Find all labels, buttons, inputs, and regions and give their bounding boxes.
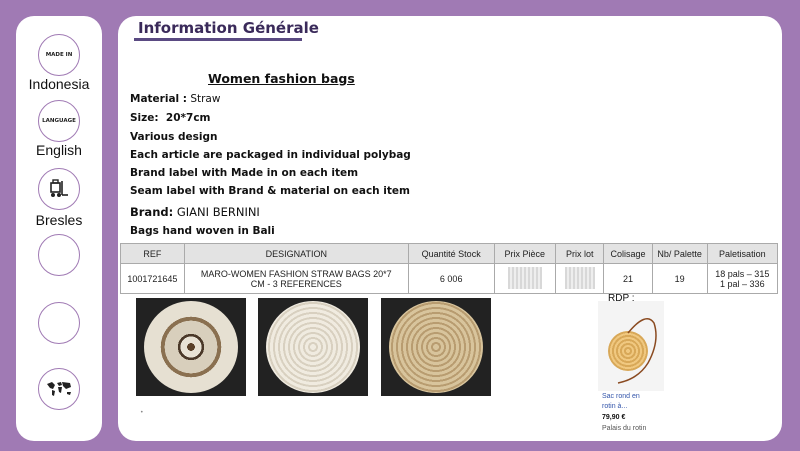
- material-label: Material :: [130, 93, 187, 105]
- page-title: Information Générale: [138, 19, 319, 37]
- cell-stock: 6 006: [407, 263, 495, 294]
- blurred-lot-price: [564, 266, 595, 289]
- cell-lot-price: [555, 263, 605, 294]
- made-in-badge-text: MADE IN: [45, 52, 73, 58]
- col-stock: Quantité Stock: [407, 243, 495, 264]
- warehouse-label: Bresles: [35, 212, 83, 228]
- cell-colisage: 21: [603, 263, 653, 294]
- rdp-product-image: [598, 301, 664, 391]
- brand-label-line: Brand label with Made in on each item: [130, 167, 359, 179]
- woven-line: Bags hand woven in Bali: [130, 225, 275, 237]
- made-in-label: Indonesia: [28, 76, 90, 92]
- photo-dot: •: [140, 409, 144, 416]
- product-table: REF DESIGNATION Quantité Stock Prix Pièc…: [120, 243, 779, 294]
- design-line: Various design: [130, 131, 218, 143]
- cell-ref: 1001721645: [120, 263, 185, 294]
- language-badge: LANGUAGE: [38, 100, 80, 142]
- brand-value: GIANI BERNINI: [173, 205, 260, 219]
- sidebar: MADE IN Indonesia LANGUAGE English Bresl…: [16, 16, 102, 441]
- col-unit-price: Prix Pièce: [493, 243, 557, 264]
- cell-designation: MARO-WOMEN FASHION STRAW BAGS 20*7 CM - …: [183, 263, 409, 294]
- material-line: Material : Straw: [130, 93, 220, 105]
- rdp-store: Palais du rotin: [602, 425, 647, 432]
- table-row: 1001721645 MARO-WOMEN FASHION STRAW BAGS…: [120, 263, 779, 294]
- packaging-line: Each article are packaged in individual …: [130, 149, 411, 161]
- product-photo-2: [258, 298, 368, 396]
- bag-image-1: [144, 301, 238, 393]
- cell-nb-palette: 19: [651, 263, 708, 294]
- size-line: Size: 20*7cm: [130, 112, 210, 124]
- col-lot-price: Prix lot: [555, 243, 605, 264]
- rdp-price: 79,90 €: [602, 414, 626, 421]
- col-colisage: Colisage: [603, 243, 653, 264]
- col-designation: DESIGNATION: [183, 243, 409, 264]
- col-paletisation: Paletisation: [706, 243, 779, 264]
- rdp-strap: [617, 318, 657, 384]
- seam-label-line: Seam label with Brand & material on each…: [130, 185, 410, 197]
- size-value: 20*7cm: [165, 112, 211, 124]
- palet-line-1: 18 pals – 315: [715, 268, 770, 279]
- palet-line-2: 1 pal – 336: [720, 278, 765, 289]
- cell-unit-price: [493, 263, 557, 294]
- world-map-icon: [47, 382, 71, 396]
- product-photo-3: [381, 298, 491, 396]
- language-label: English: [36, 142, 82, 158]
- title-underline: [134, 38, 302, 41]
- empty-badge-1: [38, 234, 80, 276]
- cell-paletisation: 18 pals – 315 1 pal – 336: [706, 263, 779, 294]
- bag-image-2: [266, 301, 360, 393]
- world-badge: [38, 368, 80, 410]
- brand-label: Brand:: [130, 205, 174, 219]
- forklift-icon: [50, 179, 68, 197]
- rdp-link-line-1[interactable]: Sac rond en: [602, 393, 640, 400]
- product-title: Women fashion bags: [208, 71, 355, 86]
- language-badge-text: LANGUAGE: [42, 118, 76, 124]
- col-nb-palette: Nb/ Palette: [651, 243, 708, 264]
- rdp-link-line-2[interactable]: rotin à...: [602, 403, 627, 410]
- made-in-badge: MADE IN: [38, 34, 80, 76]
- size-label: Size:: [130, 112, 159, 124]
- brand-line: Brand: GIANI BERNINI: [130, 205, 260, 219]
- empty-badge-2: [38, 302, 80, 344]
- material-value: Straw: [187, 93, 221, 105]
- col-ref: REF: [120, 243, 185, 264]
- table-header-row: REF DESIGNATION Quantité Stock Prix Pièc…: [120, 243, 779, 264]
- bag-image-3: [389, 301, 483, 393]
- main-card: Information Générale Women fashion bags …: [118, 16, 782, 441]
- forklift-badge: [38, 168, 80, 210]
- blurred-price: [507, 266, 542, 289]
- product-photo-1: [136, 298, 246, 396]
